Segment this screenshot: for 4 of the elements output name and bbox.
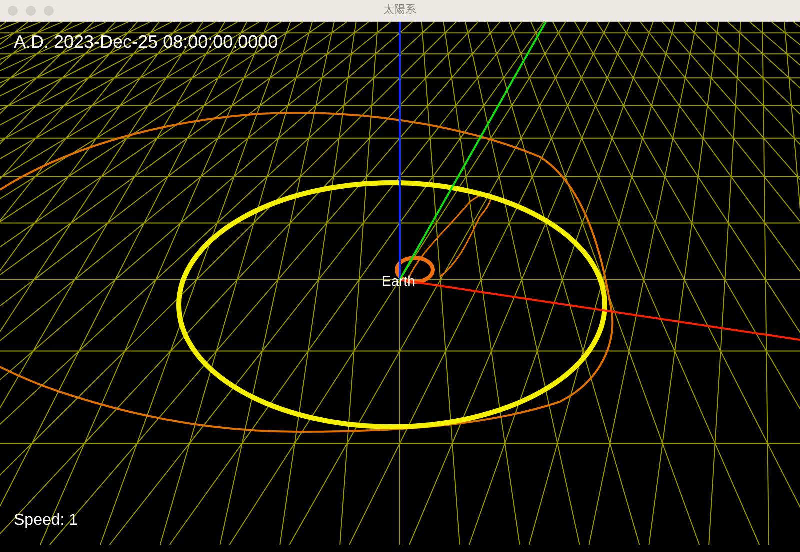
close-button[interactable] bbox=[8, 6, 18, 16]
minimize-button[interactable] bbox=[26, 6, 36, 16]
window-title: 太陽系 bbox=[384, 2, 416, 18]
zoom-button[interactable] bbox=[44, 6, 54, 16]
